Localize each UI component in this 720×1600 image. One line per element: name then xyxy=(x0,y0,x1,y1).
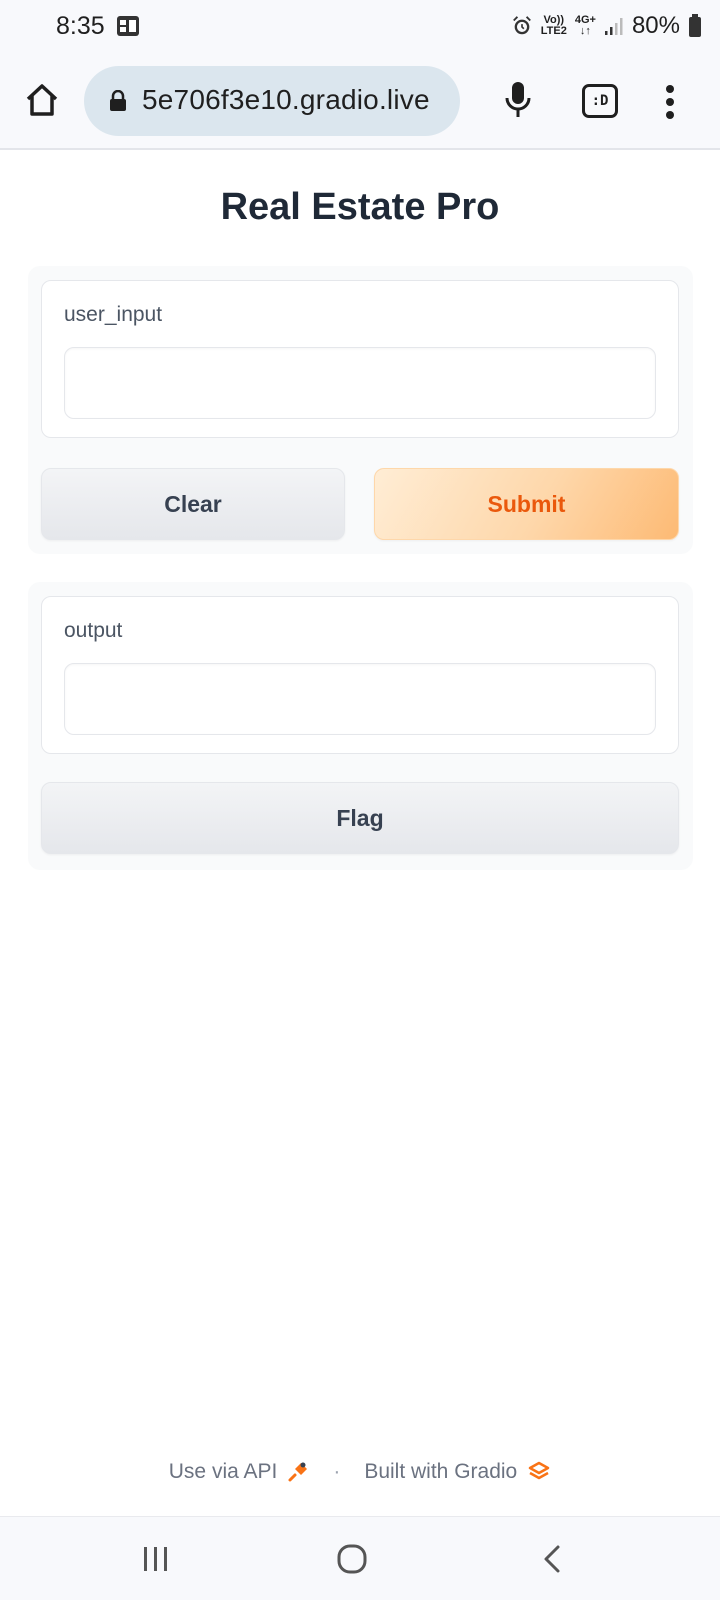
status-indicators: Vo)) LTE2 4G+ ↓↑ 80% xyxy=(511,11,702,41)
submit-button-label: Submit xyxy=(487,490,566,517)
home-circle-icon[interactable] xyxy=(332,1539,372,1579)
user-input-block: user_input xyxy=(41,280,679,438)
status-time: 8:35 xyxy=(56,12,105,40)
use-via-api-link[interactable]: Use via API xyxy=(169,1460,278,1484)
signal-icon xyxy=(604,18,623,35)
status-bar: 8:35 Vo)) LTE2 4G+ ↓↑ 80% xyxy=(0,0,720,54)
footer-separator: · xyxy=(333,1460,341,1483)
lock-icon xyxy=(110,90,126,111)
submit-button[interactable]: Submit xyxy=(374,468,679,540)
output-label: output xyxy=(64,619,123,642)
mic-icon[interactable] xyxy=(503,80,533,120)
tab-switcher-label: :D xyxy=(591,93,609,109)
clear-button[interactable]: Clear xyxy=(41,468,345,540)
data-activity-label: ↓↑ xyxy=(579,25,591,37)
tab-switcher-icon[interactable]: :D xyxy=(582,84,618,118)
output-field[interactable] xyxy=(64,663,656,735)
url-text[interactable]: 5e706f3e10.gradio.live xyxy=(142,84,430,116)
api-rocket-icon xyxy=(288,1462,308,1482)
output-panel: output Flag xyxy=(28,582,693,870)
more-vert-icon[interactable] xyxy=(660,82,680,122)
footer: Use via API · Built with Gradio xyxy=(0,1452,720,1492)
volte-indicator: Vo)) LTE2 xyxy=(541,15,567,37)
output-block: output xyxy=(41,596,679,754)
system-nav-bar xyxy=(0,1516,720,1600)
home-icon[interactable] xyxy=(24,82,60,118)
gradio-logo-icon xyxy=(528,1461,550,1480)
battery-percent: 80% xyxy=(631,12,680,39)
user-input-label: user_input xyxy=(64,303,163,326)
notification-icon xyxy=(117,16,139,36)
back-icon[interactable] xyxy=(534,1539,574,1579)
network-type-indicator: 4G+ ↓↑ xyxy=(575,15,596,37)
battery-icon xyxy=(689,14,701,37)
flag-button-label: Flag xyxy=(336,804,384,831)
built-with-gradio-link[interactable]: Built with Gradio xyxy=(364,1460,517,1484)
page-title: Real Estate Pro xyxy=(220,186,500,228)
input-panel: user_input Clear Submit xyxy=(28,266,693,554)
flag-button[interactable]: Flag xyxy=(41,782,679,854)
alarm-icon xyxy=(512,16,531,35)
address-bar[interactable]: 5e706f3e10.gradio.live xyxy=(84,66,460,136)
user-input-field[interactable] xyxy=(64,347,656,419)
clear-button-label: Clear xyxy=(164,490,222,517)
recent-apps-icon[interactable] xyxy=(136,1539,176,1579)
lte-label: LTE2 xyxy=(540,25,567,37)
browser-toolbar: 5e706f3e10.gradio.live :D xyxy=(0,54,720,150)
